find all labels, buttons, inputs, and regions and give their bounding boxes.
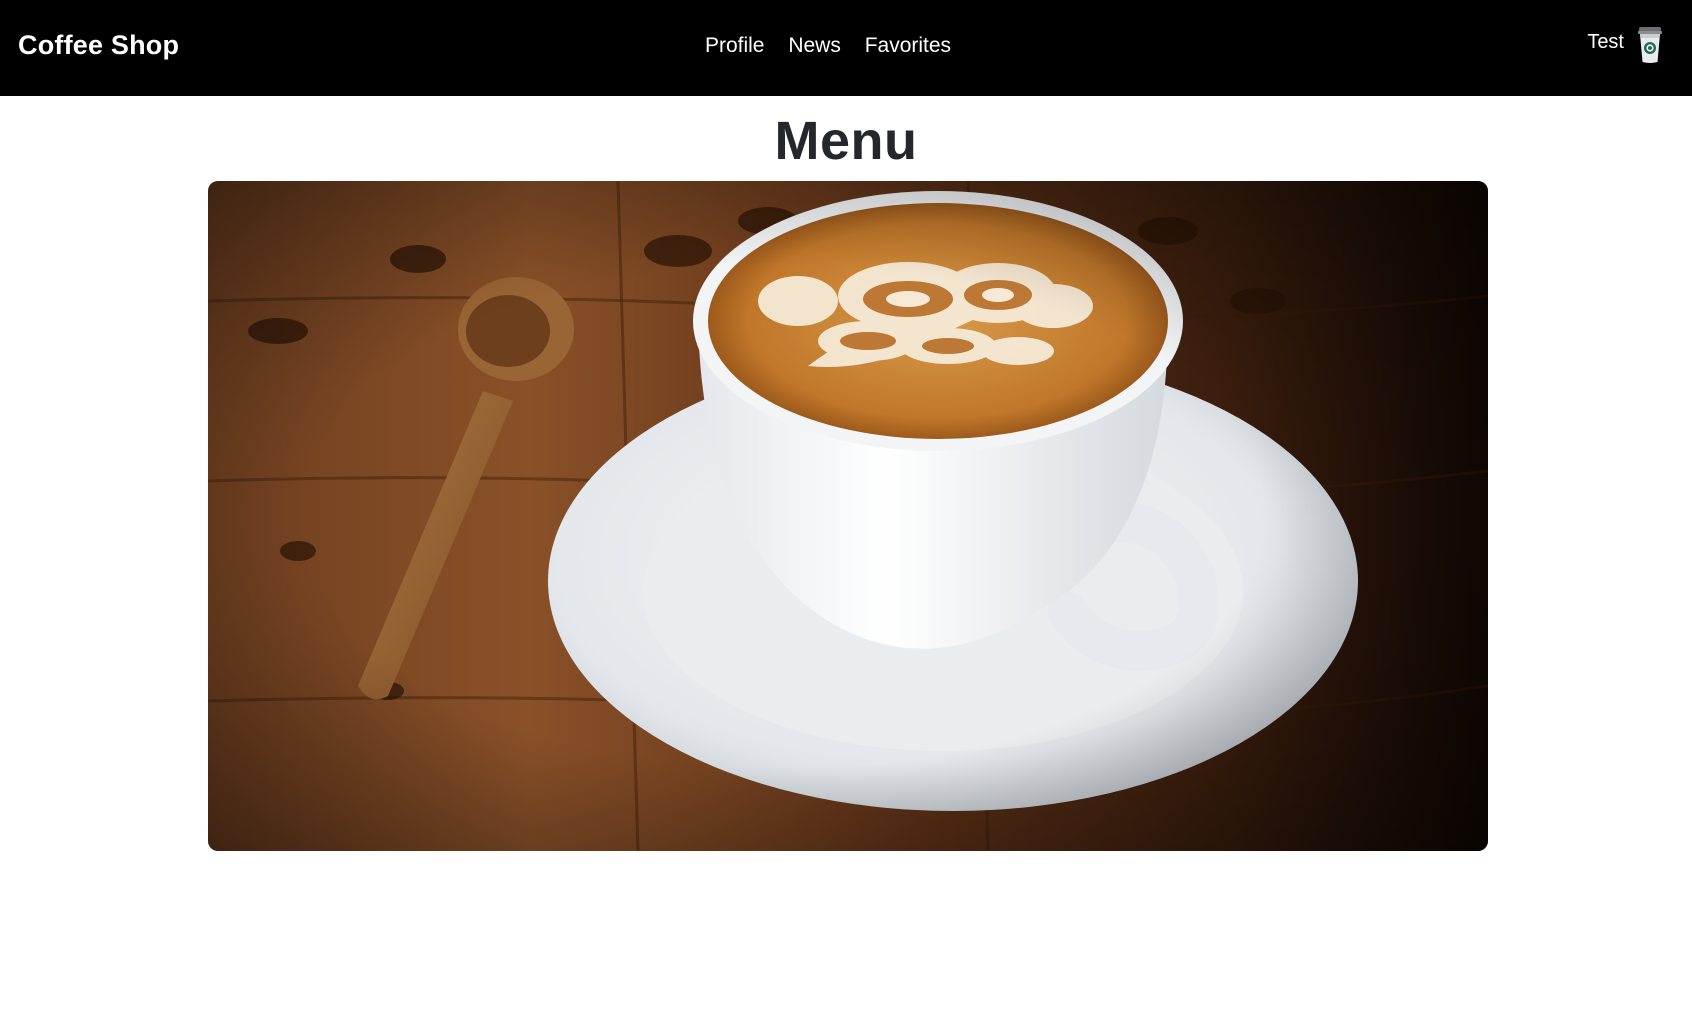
latte-art-coffee-cup-icon	[208, 181, 1488, 851]
user-menu[interactable]: Test	[1587, 26, 1664, 64]
coffee-cup-icon[interactable]	[1636, 26, 1664, 64]
page-title: Menu	[774, 111, 918, 171]
hero-image	[208, 181, 1488, 851]
nav-link-profile[interactable]: Profile	[705, 34, 765, 57]
top-navbar: Coffee Shop Profile News Favorites Test	[0, 0, 1692, 96]
nav-link-news[interactable]: News	[788, 34, 841, 57]
nav-links: Profile News Favorites	[0, 34, 1692, 58]
nav-link-favorites[interactable]: Favorites	[865, 34, 951, 57]
user-name[interactable]: Test	[1587, 31, 1624, 54]
